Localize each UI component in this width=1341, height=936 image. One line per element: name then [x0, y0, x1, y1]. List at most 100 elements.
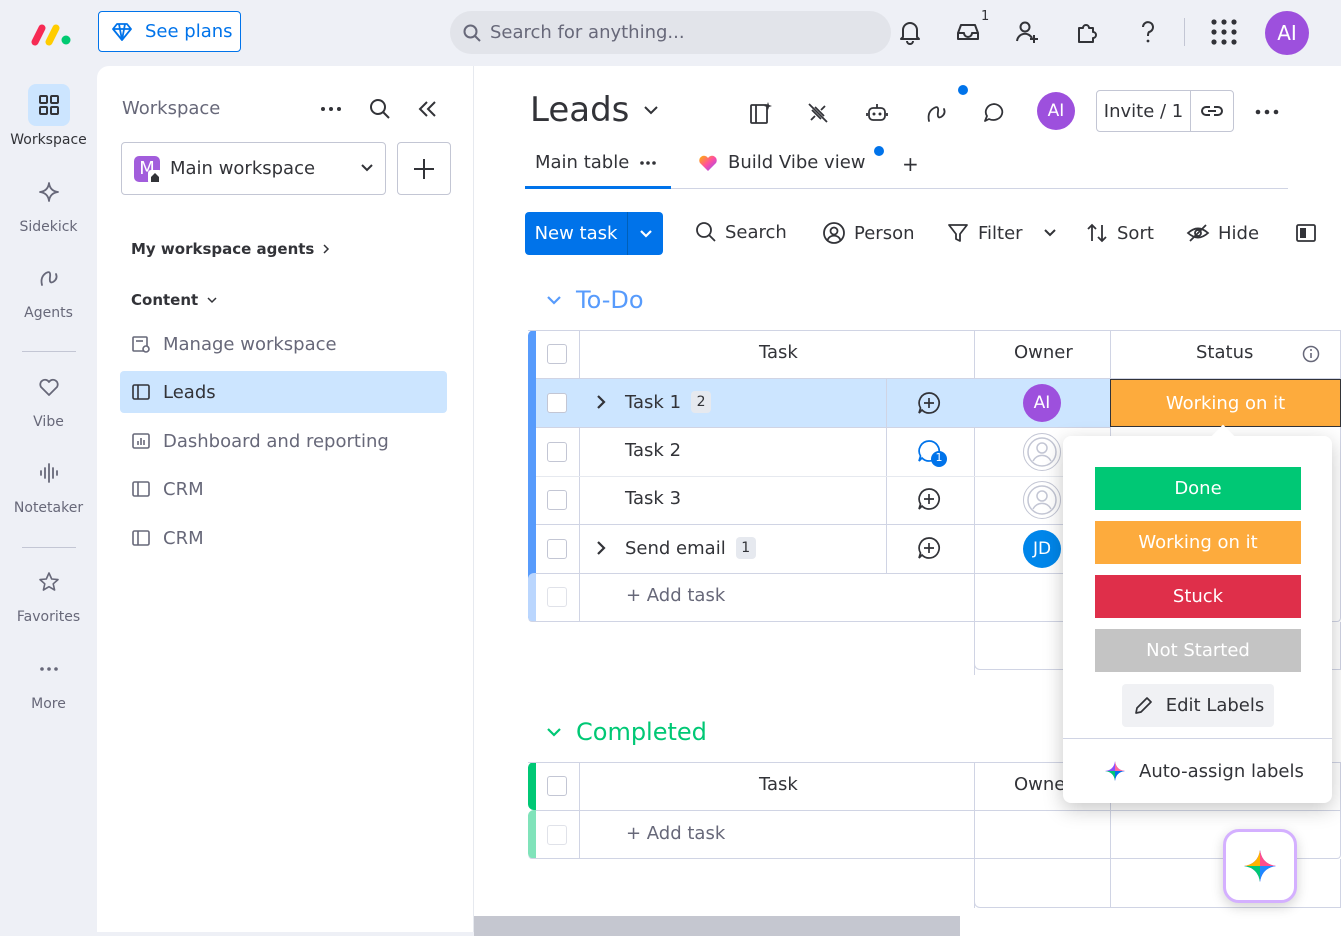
collapse-panel-icon[interactable]: [417, 99, 439, 119]
toolbar-person-button[interactable]: Person: [822, 221, 915, 245]
nav-more[interactable]: More: [0, 648, 97, 712]
nav-workspace[interactable]: Workspace: [0, 84, 97, 148]
edit-labels-button[interactable]: Edit Labels: [1122, 684, 1274, 727]
group-header-todo[interactable]: To-Do: [546, 286, 644, 314]
group-title: Completed: [576, 718, 707, 746]
task-name[interactable]: Send email 1: [625, 537, 756, 559]
add-update-icon[interactable]: [917, 487, 941, 511]
workspace-more-icon[interactable]: [319, 99, 343, 119]
inbox-icon[interactable]: [955, 19, 981, 45]
column-header-status[interactable]: Status: [1196, 342, 1253, 363]
add-task-input[interactable]: + Add task: [626, 585, 725, 606]
vibe-heart-icon: [699, 155, 717, 171]
column-header-owner[interactable]: Owne: [1014, 774, 1065, 795]
board-title[interactable]: Leads: [530, 90, 659, 130]
owner-avatar-empty[interactable]: [1023, 481, 1061, 519]
new-task-button[interactable]: New task: [525, 212, 663, 255]
board-user-avatar[interactable]: AI: [1037, 92, 1075, 130]
add-item-button[interactable]: [397, 142, 451, 195]
status-option-working-on-it[interactable]: Working on it: [1095, 521, 1301, 564]
owner-avatar[interactable]: JD: [1023, 530, 1061, 568]
status-cell-active[interactable]: Working on it: [1110, 379, 1341, 427]
horizontal-scrollbar[interactable]: [474, 916, 960, 936]
new-task-dropdown[interactable]: [627, 212, 663, 255]
owner-avatar[interactable]: AI: [1023, 384, 1061, 422]
row-checkbox[interactable]: [547, 442, 567, 462]
row-checkbox[interactable]: [547, 490, 567, 510]
apps-grid-icon[interactable]: [1210, 18, 1238, 46]
agents-board-icon[interactable]: [924, 100, 950, 126]
owner-avatar-empty[interactable]: [1023, 433, 1061, 471]
toolbar-group-by-button[interactable]: [1294, 221, 1318, 245]
nav-notetaker[interactable]: Notetaker: [0, 452, 97, 516]
status-option-not-started[interactable]: Not Started: [1095, 629, 1301, 672]
toolbar-sort-button[interactable]: Sort: [1085, 221, 1154, 245]
tab-build-vibe-view[interactable]: Build Vibe view: [698, 152, 866, 173]
content-header[interactable]: Content: [131, 291, 218, 309]
task-name[interactable]: Task 1 2: [625, 391, 712, 413]
nav-vibe[interactable]: Vibe: [0, 366, 97, 430]
auto-assign-labels-button[interactable]: Auto-assign labels: [1103, 759, 1304, 783]
group-header-completed[interactable]: Completed: [546, 718, 707, 746]
workspace-item-dashboard[interactable]: Dashboard and reporting: [120, 420, 447, 462]
chevron-down-icon[interactable]: [1043, 228, 1057, 238]
toolbar-label: Search: [725, 221, 787, 243]
add-view-button[interactable]: +: [902, 152, 919, 176]
expand-subitems-icon[interactable]: [595, 394, 607, 410]
column-header-task[interactable]: Task: [759, 342, 798, 363]
sidekick-board-icon[interactable]: [748, 100, 774, 126]
updates-icon[interactable]: 1: [917, 439, 949, 469]
add-task-input[interactable]: + Add task: [626, 823, 725, 844]
row-divider: [536, 524, 1110, 525]
search-icon: [696, 222, 716, 242]
bell-icon[interactable]: [897, 19, 923, 45]
active-tab-indicator: [525, 186, 671, 189]
toolbar-search-button[interactable]: Search: [695, 221, 787, 243]
column-header-task[interactable]: Task: [759, 774, 798, 795]
row-checkbox[interactable]: [547, 393, 567, 413]
see-plans-button[interactable]: See plans: [98, 11, 241, 52]
workspace-search-icon[interactable]: [369, 98, 391, 120]
invite-button[interactable]: Invite / 1: [1096, 90, 1234, 132]
status-option-stuck[interactable]: Stuck: [1095, 575, 1301, 618]
task-name[interactable]: Task 2: [625, 440, 681, 461]
select-all-checkbox[interactable]: [547, 344, 567, 364]
add-update-icon[interactable]: [917, 536, 941, 560]
workspace-item-manage[interactable]: Manage workspace: [120, 323, 447, 365]
sparkle-icon: [28, 171, 70, 213]
task-name[interactable]: Task 3: [625, 488, 681, 509]
workspace-agents-header[interactable]: My workspace agents: [131, 240, 330, 258]
select-all-checkbox[interactable]: [547, 776, 567, 796]
copy-link-icon[interactable]: [1191, 103, 1233, 119]
nav-favorites[interactable]: Favorites: [0, 561, 97, 625]
user-avatar[interactable]: AI: [1265, 11, 1309, 55]
board-title-text: Leads: [530, 90, 630, 130]
workspace-item-leads[interactable]: Leads: [120, 371, 447, 413]
ai-assistant-button[interactable]: [1223, 829, 1297, 903]
nav-sidekick[interactable]: Sidekick: [0, 171, 97, 235]
board-more-icon[interactable]: [1254, 102, 1280, 122]
apps-puzzle-icon[interactable]: [1074, 19, 1100, 45]
column-header-owner[interactable]: Owner: [1014, 342, 1073, 363]
nav-agents[interactable]: Agents: [0, 257, 97, 321]
monday-logo[interactable]: [31, 22, 73, 46]
expand-subitems-icon[interactable]: [595, 540, 607, 556]
invite-user-icon[interactable]: [1014, 19, 1040, 45]
tab-more-icon[interactable]: [639, 160, 657, 166]
global-search-input[interactable]: Search for anything...: [450, 11, 891, 54]
comments-icon[interactable]: [981, 100, 1007, 126]
integrations-icon[interactable]: [805, 100, 831, 126]
workspace-selector[interactable]: M Main workspace: [121, 142, 386, 195]
toolbar-filter-button[interactable]: Filter: [946, 221, 1057, 245]
automations-robot-icon[interactable]: [864, 100, 890, 126]
workspace-item-crm-2[interactable]: CRM: [120, 517, 447, 559]
workspace-item-crm[interactable]: CRM: [120, 468, 447, 510]
toolbar-hide-button[interactable]: Hide: [1186, 221, 1259, 245]
tab-main-table[interactable]: Main table: [535, 152, 657, 173]
help-icon[interactable]: [1135, 19, 1161, 45]
info-icon[interactable]: [1302, 345, 1320, 363]
row-checkbox[interactable]: [547, 539, 567, 559]
status-option-done[interactable]: Done: [1095, 467, 1301, 510]
board-icon: [132, 530, 150, 546]
add-update-icon[interactable]: [917, 391, 941, 415]
